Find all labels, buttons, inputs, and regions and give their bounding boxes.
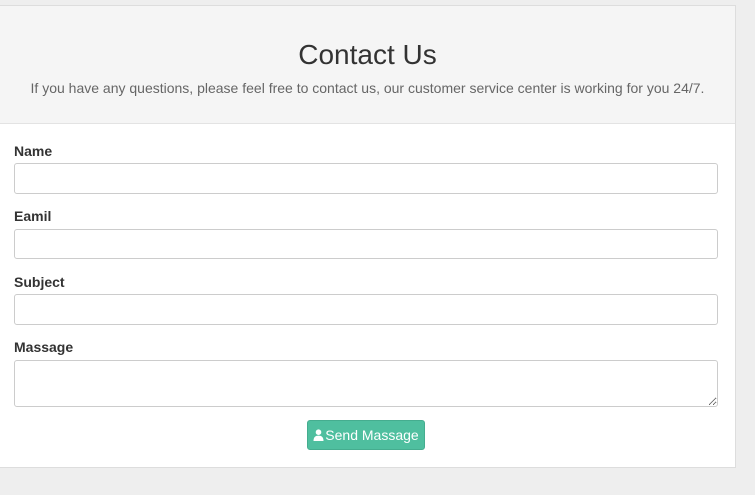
name-label: Name: [14, 143, 53, 159]
page-title: Contact Us: [298, 39, 437, 70]
email-field[interactable]: [14, 229, 718, 259]
message-field[interactable]: [14, 360, 718, 407]
subject-field[interactable]: [14, 294, 718, 325]
page-subtitle: If you have any questions, please feel f…: [30, 80, 705, 96]
email-label: Eamil: [14, 208, 52, 224]
contact-header: Contact Us If you have any questions, pl…: [0, 6, 735, 124]
subject-label: Subject: [14, 274, 65, 290]
user-icon: [313, 422, 324, 441]
message-label: Massage: [14, 339, 74, 355]
send-message-label: Send Massage: [325, 427, 419, 443]
name-field[interactable]: [14, 163, 718, 194]
send-message-button[interactable]: Send Massage: [307, 420, 425, 450]
